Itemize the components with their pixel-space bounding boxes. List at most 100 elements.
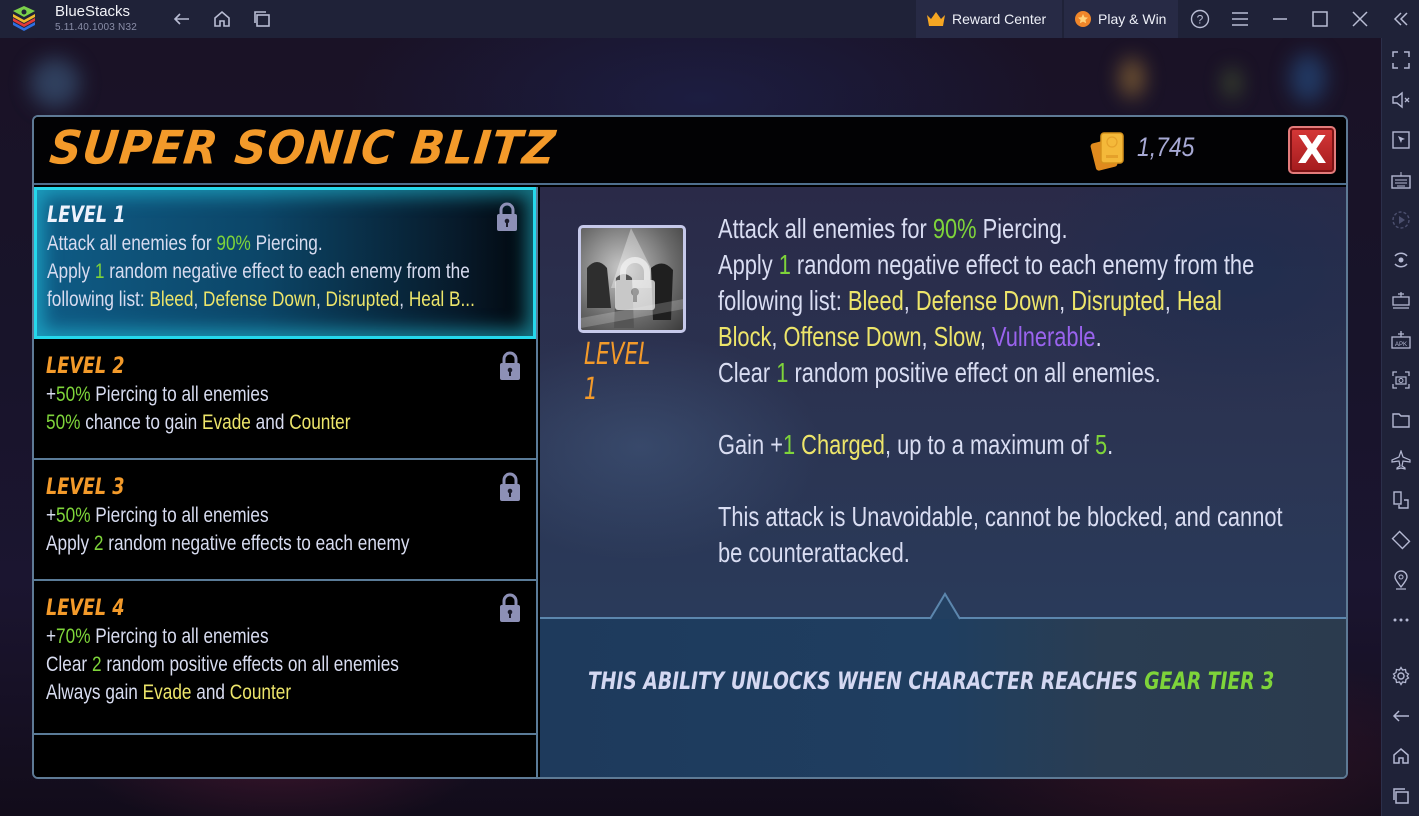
pointer-notch-icon: [930, 592, 960, 620]
highlighted-term: Heal: [1176, 285, 1222, 316]
title-bar: BlueStacks 5.11.40.1003 N32 Reward Cente…: [0, 0, 1419, 38]
ability-description: Attack all enemies for 90% Piercing. Appl…: [718, 211, 1346, 571]
text-segment: +: [46, 383, 57, 406]
description-line: Attack all enemies for 90% Piercing.: [718, 211, 1217, 247]
text-segment: Clear: [46, 653, 92, 676]
level-list: LEVEL 1 Attack all enemies for 90% Pierc…: [34, 187, 538, 777]
close-modal-button[interactable]: X: [1288, 126, 1336, 174]
gold-amount: 1,745: [1137, 132, 1195, 162]
level-title: LEVEL 2: [46, 354, 125, 379]
settings-icon[interactable]: [1391, 666, 1411, 686]
pointer-icon[interactable]: [1391, 130, 1411, 150]
highlighted-term: Disrupted: [325, 288, 400, 311]
highlighted-term: 1: [776, 357, 789, 388]
level-item-3[interactable]: LEVEL 3 +50% Piercing to all enemies Appl…: [34, 460, 536, 581]
sync-icon[interactable]: [1391, 250, 1411, 270]
rotate-screen-icon[interactable]: [1391, 530, 1411, 550]
text-segment: be counterattacked.: [718, 537, 910, 568]
gold-currency-icon: [1090, 132, 1124, 171]
highlighted-term: Block: [718, 321, 772, 352]
highlighted-term: 70%: [56, 625, 91, 648]
help-icon[interactable]: ?: [1189, 8, 1211, 30]
level-description: +50% Piercing to all enemies 50% chance t…: [46, 381, 524, 437]
highlighted-term: 90%: [932, 213, 977, 244]
multi-instance-icon[interactable]: [1391, 490, 1411, 510]
maximize-icon[interactable]: [1309, 8, 1331, 30]
text-segment: ,: [399, 288, 409, 311]
description-line: following list: Bleed, Defense Down, Dis…: [47, 286, 475, 314]
ability-modal: SUPER SONIC BLITZ 1,745 X LEVEL 1 Attack…: [32, 115, 1348, 779]
thumbnail-lock-icon: [615, 257, 655, 310]
text-segment: +: [46, 625, 57, 648]
description-line: Clear 2 random positive effects on all e…: [46, 651, 438, 679]
reward-center-button[interactable]: Reward Center: [916, 0, 1062, 38]
modal-header: SUPER SONIC BLITZ 1,745 X: [34, 117, 1346, 185]
text-segment: Piercing to all enemies: [90, 625, 269, 648]
text-segment: This attack is Unavoidable, cannot be bl…: [718, 501, 1283, 532]
lock-icon: [500, 351, 520, 380]
mute-icon[interactable]: [1391, 90, 1411, 110]
multi-window-icon[interactable]: [252, 9, 272, 29]
close-window-icon[interactable]: [1349, 8, 1371, 30]
bg-blur-gold: [1120, 58, 1144, 98]
description-line: +70% Piercing to all enemies: [46, 623, 438, 651]
android-back-icon[interactable]: [1391, 706, 1411, 726]
line-spacer: [718, 391, 1346, 427]
back-arrow-icon[interactable]: [172, 9, 192, 29]
detail-level-label: LEVEL 1: [584, 337, 651, 407]
fullscreen-icon[interactable]: [1391, 50, 1411, 70]
app-name: BlueStacks: [55, 3, 131, 20]
android-home-icon[interactable]: [1391, 746, 1411, 766]
description-line: Apply 2 random negative effects to each …: [46, 530, 438, 558]
gear-tier-highlight: GEAR TIER 3: [1144, 667, 1275, 695]
apk-install-icon[interactable]: APK: [1391, 330, 1411, 350]
reward-center-label: Reward Center: [952, 11, 1047, 27]
text-segment: Piercing to all enemies: [90, 504, 269, 527]
more-icon[interactable]: [1391, 610, 1411, 630]
lock-icon: [500, 593, 520, 622]
folder-icon[interactable]: [1391, 410, 1411, 430]
highlighted-term: 5: [1094, 429, 1108, 460]
location-icon[interactable]: [1391, 570, 1411, 590]
text-segment: ,: [979, 321, 992, 352]
text-segment: following list:: [47, 288, 150, 311]
level-title: LEVEL 1: [47, 203, 126, 228]
play-win-button[interactable]: Play & Win: [1064, 0, 1178, 38]
text-segment: .: [1095, 321, 1102, 352]
menu-icon[interactable]: [1229, 8, 1251, 30]
bg-blur-back: [30, 58, 80, 108]
text-segment: ,: [921, 321, 934, 352]
highlighted-term: Defense Down: [203, 288, 316, 311]
text-segment: random negative effect to each enemy fro…: [104, 260, 470, 283]
text-segment: ,: [903, 285, 916, 316]
text-segment: ,: [1059, 285, 1072, 316]
text-segment: random positive effect on all enemies.: [788, 357, 1161, 388]
description-line: Gain +1 Charged, up to a maximum of 5.: [718, 427, 1217, 463]
level-title: LEVEL 4: [46, 596, 125, 621]
level-title: LEVEL 3: [46, 475, 125, 500]
android-recents-icon[interactable]: [1391, 786, 1411, 806]
home-icon[interactable]: [212, 9, 232, 29]
description-line: Always gain Evade and Counter: [46, 679, 438, 707]
bluestacks-logo-icon: [13, 6, 35, 31]
highlighted-term: Evade: [142, 681, 192, 704]
level-item-1[interactable]: LEVEL 1 Attack all enemies for 90% Pierc…: [34, 187, 536, 339]
screenshot-icon[interactable]: [1391, 370, 1411, 390]
airplane-icon[interactable]: [1391, 450, 1411, 470]
text-segment: .: [1107, 429, 1114, 460]
level-description: +50% Piercing to all enemies Apply 2 rand…: [46, 502, 524, 558]
description-line: +50% Piercing to all enemies: [46, 502, 438, 530]
macro-icon[interactable]: [1391, 290, 1411, 310]
description-line: 50% chance to gain Evade and Counter: [46, 409, 438, 437]
highlighted-term: Defense Down: [915, 285, 1060, 316]
text-segment: and: [250, 411, 290, 434]
level-item-2[interactable]: LEVEL 2 +50% Piercing to all enemies 50% …: [34, 339, 536, 460]
collapse-sidebar-icon[interactable]: [1390, 8, 1412, 30]
keyboard-icon[interactable]: [1391, 170, 1411, 190]
level-item-4[interactable]: LEVEL 4 +70% Piercing to all enemies Clea…: [34, 581, 536, 735]
record-icon[interactable]: [1391, 210, 1411, 230]
play-win-label: Play & Win: [1098, 11, 1167, 27]
description-line: This attack is Unavoidable, cannot be bl…: [718, 499, 1283, 535]
minimize-icon[interactable]: [1269, 8, 1291, 30]
text-segment: +: [46, 504, 57, 527]
